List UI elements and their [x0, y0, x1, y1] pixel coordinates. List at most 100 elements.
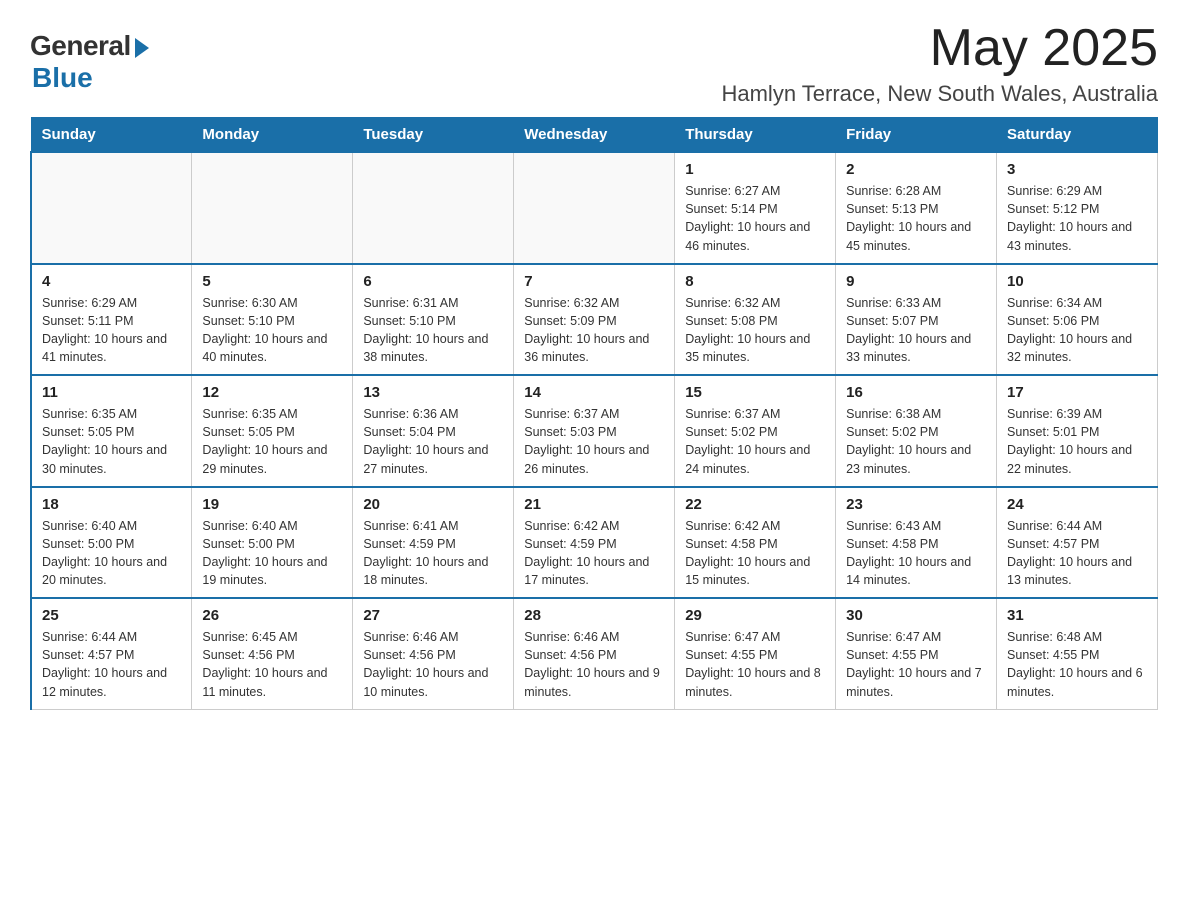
day-number: 21 — [524, 496, 664, 513]
calendar-cell: 19 Sunrise: 6:40 AMSunset: 5:00 PMDayligh… — [192, 487, 353, 599]
day-number: 11 — [42, 384, 181, 401]
day-number: 20 — [363, 496, 503, 513]
day-number: 25 — [42, 607, 181, 624]
calendar-cell: 9 Sunrise: 6:33 AMSunset: 5:07 PMDaylight… — [836, 264, 997, 376]
day-number: 22 — [685, 496, 825, 513]
calendar-week-row: 25Sunrise: 6:44 AMSunset: 4:57 PMDayligh… — [31, 598, 1158, 709]
day-info: Sunrise: 6:38 AMSunset: 5:02 PMDaylight:… — [846, 405, 986, 478]
day-info: Sunrise: 6:40 AMSunset: 5:00 PMDaylight:… — [202, 517, 342, 590]
day-number: 14 — [524, 384, 664, 401]
calendar-cell: 24 Sunrise: 6:44 AMSunset: 4:57 PMDayligh… — [997, 487, 1158, 599]
calendar-cell: 21Sunrise: 6:42 AMSunset: 4:59 PMDayligh… — [514, 487, 675, 599]
day-info: Sunrise: 6:47 AMSunset: 4:55 PMDaylight:… — [685, 628, 825, 701]
calendar-cell: 26 Sunrise: 6:45 AMSunset: 4:56 PMDayligh… — [192, 598, 353, 709]
calendar-cell — [192, 152, 353, 264]
calendar-cell — [31, 152, 192, 264]
calendar-cell: 22Sunrise: 6:42 AMSunset: 4:58 PMDayligh… — [675, 487, 836, 599]
calendar-cell: 7 Sunrise: 6:32 AMSunset: 5:09 PMDaylight… — [514, 264, 675, 376]
header-wednesday: Wednesday — [514, 118, 675, 153]
day-info: Sunrise: 6:29 AMSunset: 5:12 PMDaylight:… — [1007, 182, 1147, 255]
day-info: Sunrise: 6:47 AMSunset: 4:55 PMDaylight:… — [846, 628, 986, 701]
calendar-cell: 11 Sunrise: 6:35 AMSunset: 5:05 PMDayligh… — [31, 375, 192, 487]
calendar-cell: 5 Sunrise: 6:30 AMSunset: 5:10 PMDaylight… — [192, 264, 353, 376]
logo-general-text: General — [30, 30, 131, 62]
logo: General Blue — [30, 30, 149, 94]
calendar-table: SundayMondayTuesdayWednesdayThursdayFrid… — [30, 117, 1158, 710]
calendar-cell: 17 Sunrise: 6:39 AMSunset: 5:01 PMDayligh… — [997, 375, 1158, 487]
day-info: Sunrise: 6:45 AMSunset: 4:56 PMDaylight:… — [202, 628, 342, 701]
day-number: 26 — [202, 607, 342, 624]
day-info: Sunrise: 6:40 AMSunset: 5:00 PMDaylight:… — [42, 517, 181, 590]
calendar-cell: 18Sunrise: 6:40 AMSunset: 5:00 PMDayligh… — [31, 487, 192, 599]
day-number: 29 — [685, 607, 825, 624]
day-info: Sunrise: 6:30 AMSunset: 5:10 PMDaylight:… — [202, 294, 342, 367]
day-info: Sunrise: 6:32 AMSunset: 5:09 PMDaylight:… — [524, 294, 664, 367]
calendar-week-row: 4Sunrise: 6:29 AMSunset: 5:11 PMDaylight… — [31, 264, 1158, 376]
day-number: 23 — [846, 496, 986, 513]
calendar-cell: 28Sunrise: 6:46 AMSunset: 4:56 PMDayligh… — [514, 598, 675, 709]
header-sunday: Sunday — [31, 118, 192, 153]
day-number: 30 — [846, 607, 986, 624]
day-info: Sunrise: 6:32 AMSunset: 5:08 PMDaylight:… — [685, 294, 825, 367]
day-number: 24 — [1007, 496, 1147, 513]
day-number: 9 — [846, 273, 986, 290]
day-number: 15 — [685, 384, 825, 401]
calendar-cell: 20Sunrise: 6:41 AMSunset: 4:59 PMDayligh… — [353, 487, 514, 599]
calendar-cell: 13 Sunrise: 6:36 AMSunset: 5:04 PMDayligh… — [353, 375, 514, 487]
calendar-cell: 25Sunrise: 6:44 AMSunset: 4:57 PMDayligh… — [31, 598, 192, 709]
day-info: Sunrise: 6:39 AMSunset: 5:01 PMDaylight:… — [1007, 405, 1147, 478]
calendar-cell: 16 Sunrise: 6:38 AMSunset: 5:02 PMDayligh… — [836, 375, 997, 487]
day-info: Sunrise: 6:34 AMSunset: 5:06 PMDaylight:… — [1007, 294, 1147, 367]
day-number: 12 — [202, 384, 342, 401]
day-number: 31 — [1007, 607, 1147, 624]
day-info: Sunrise: 6:31 AMSunset: 5:10 PMDaylight:… — [363, 294, 503, 367]
day-number: 19 — [202, 496, 342, 513]
calendar-cell: 2 Sunrise: 6:28 AMSunset: 5:13 PMDaylight… — [836, 152, 997, 264]
day-info: Sunrise: 6:37 AMSunset: 5:02 PMDaylight:… — [685, 405, 825, 478]
calendar-cell: 14Sunrise: 6:37 AMSunset: 5:03 PMDayligh… — [514, 375, 675, 487]
day-number: 17 — [1007, 384, 1147, 401]
day-number: 10 — [1007, 273, 1147, 290]
calendar-cell: 4Sunrise: 6:29 AMSunset: 5:11 PMDaylight… — [31, 264, 192, 376]
day-info: Sunrise: 6:35 AMSunset: 5:05 PMDaylight:… — [42, 405, 181, 478]
calendar-week-row: 18Sunrise: 6:40 AMSunset: 5:00 PMDayligh… — [31, 487, 1158, 599]
calendar-week-row: 1 Sunrise: 6:27 AMSunset: 5:14 PMDaylight… — [31, 152, 1158, 264]
header-tuesday: Tuesday — [353, 118, 514, 153]
day-number: 8 — [685, 273, 825, 290]
day-number: 7 — [524, 273, 664, 290]
day-number: 16 — [846, 384, 986, 401]
header-saturday: Saturday — [997, 118, 1158, 153]
header-friday: Friday — [836, 118, 997, 153]
day-info: Sunrise: 6:44 AMSunset: 4:57 PMDaylight:… — [1007, 517, 1147, 590]
calendar-header: SundayMondayTuesdayWednesdayThursdayFrid… — [31, 118, 1158, 153]
day-info: Sunrise: 6:33 AMSunset: 5:07 PMDaylight:… — [846, 294, 986, 367]
day-info: Sunrise: 6:28 AMSunset: 5:13 PMDaylight:… — [846, 182, 986, 255]
day-number: 2 — [846, 161, 986, 178]
title-block: May 2025 Hamlyn Terrace, New South Wales… — [721, 20, 1158, 107]
logo-blue-text: Blue — [32, 62, 93, 94]
header-thursday: Thursday — [675, 118, 836, 153]
day-info: Sunrise: 6:29 AMSunset: 5:11 PMDaylight:… — [42, 294, 181, 367]
location-subtitle: Hamlyn Terrace, New South Wales, Austral… — [721, 81, 1158, 107]
day-number: 6 — [363, 273, 503, 290]
calendar-cell: 12 Sunrise: 6:35 AMSunset: 5:05 PMDayligh… — [192, 375, 353, 487]
day-number: 1 — [685, 161, 825, 178]
calendar-cell: 31 Sunrise: 6:48 AMSunset: 4:55 PMDayligh… — [997, 598, 1158, 709]
day-info: Sunrise: 6:27 AMSunset: 5:14 PMDaylight:… — [685, 182, 825, 255]
day-number: 5 — [202, 273, 342, 290]
day-info: Sunrise: 6:46 AMSunset: 4:56 PMDaylight:… — [363, 628, 503, 701]
days-of-week-row: SundayMondayTuesdayWednesdayThursdayFrid… — [31, 118, 1158, 153]
page-header: General Blue May 2025 Hamlyn Terrace, Ne… — [30, 20, 1158, 107]
calendar-cell: 1 Sunrise: 6:27 AMSunset: 5:14 PMDaylight… — [675, 152, 836, 264]
day-info: Sunrise: 6:36 AMSunset: 5:04 PMDaylight:… — [363, 405, 503, 478]
calendar-cell: 29 Sunrise: 6:47 AMSunset: 4:55 PMDayligh… — [675, 598, 836, 709]
calendar-cell: 23Sunrise: 6:43 AMSunset: 4:58 PMDayligh… — [836, 487, 997, 599]
day-info: Sunrise: 6:48 AMSunset: 4:55 PMDaylight:… — [1007, 628, 1147, 701]
day-info: Sunrise: 6:35 AMSunset: 5:05 PMDaylight:… — [202, 405, 342, 478]
calendar-cell: 10 Sunrise: 6:34 AMSunset: 5:06 PMDayligh… — [997, 264, 1158, 376]
day-number: 13 — [363, 384, 503, 401]
calendar-week-row: 11 Sunrise: 6:35 AMSunset: 5:05 PMDayligh… — [31, 375, 1158, 487]
logo-arrow-icon — [135, 38, 149, 58]
calendar-cell: 15 Sunrise: 6:37 AMSunset: 5:02 PMDayligh… — [675, 375, 836, 487]
day-info: Sunrise: 6:46 AMSunset: 4:56 PMDaylight:… — [524, 628, 664, 701]
